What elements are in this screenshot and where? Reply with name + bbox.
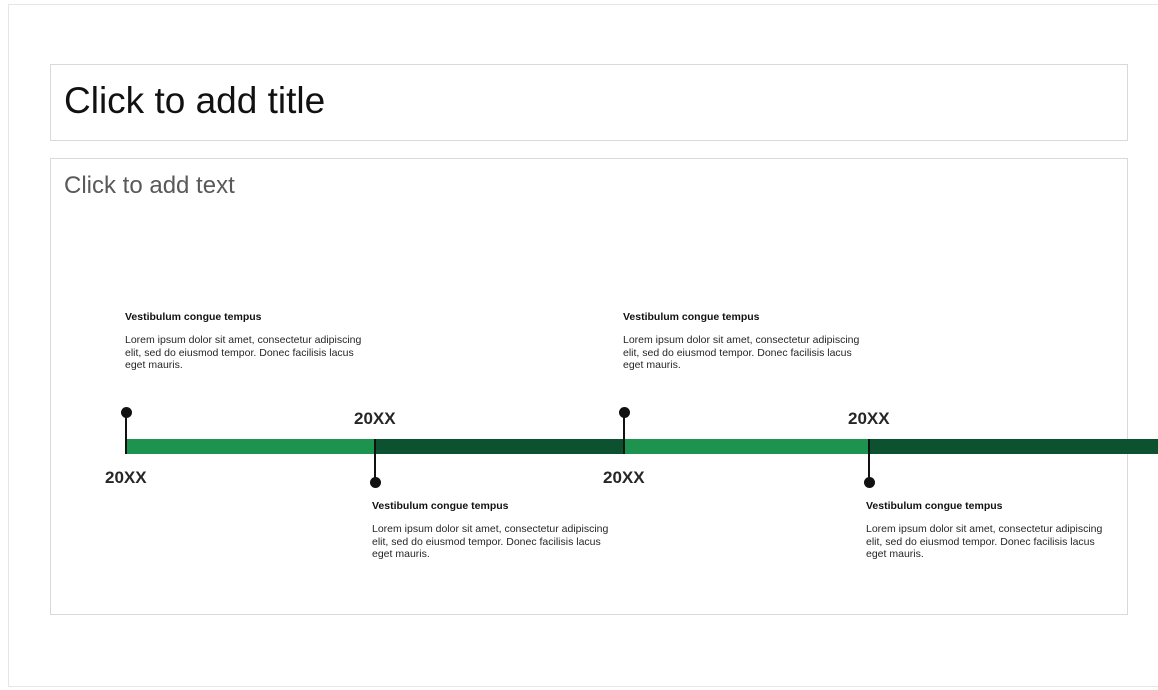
milestone-stem xyxy=(125,412,127,454)
milestone-year: 20XX xyxy=(354,409,396,428)
timeline-segment-4 xyxy=(869,439,1158,454)
milestone-card-1[interactable]: Vestibulum congue tempus Lorem ipsum dol… xyxy=(125,311,375,372)
milestone-dot xyxy=(121,407,132,418)
milestone-year: 20XX xyxy=(603,468,645,487)
milestone-description: Lorem ipsum dolor sit amet, consectetur … xyxy=(866,523,1103,560)
milestone-dot xyxy=(370,477,381,488)
milestone-year: 20XX xyxy=(105,468,147,487)
timeline-segment-3 xyxy=(624,439,869,454)
milestone-description: Lorem ipsum dolor sit amet, consectetur … xyxy=(372,523,609,560)
milestone-description: Lorem ipsum dolor sit amet, consectetur … xyxy=(623,334,860,371)
milestone-card-3[interactable]: Vestibulum congue tempus Lorem ipsum dol… xyxy=(623,311,873,372)
milestone-heading: Vestibulum congue tempus xyxy=(623,311,760,323)
milestone-stem xyxy=(623,412,625,454)
title-placeholder[interactable]: Click to add title xyxy=(50,64,1128,141)
milestone-heading: Vestibulum congue tempus xyxy=(372,500,509,512)
timeline-segment-1 xyxy=(126,439,375,454)
milestone-heading: Vestibulum congue tempus xyxy=(866,500,1003,512)
timeline-segment-2 xyxy=(375,439,624,454)
milestone-dot xyxy=(864,477,875,488)
milestone-heading: Vestibulum congue tempus xyxy=(125,311,262,323)
body-placeholder-text: Click to add text xyxy=(64,172,235,199)
milestone-card-2[interactable]: Vestibulum congue tempus Lorem ipsum dol… xyxy=(372,500,622,561)
title-placeholder-text: Click to add title xyxy=(64,80,326,121)
milestone-dot xyxy=(619,407,630,418)
milestone-description: Lorem ipsum dolor sit amet, consectetur … xyxy=(125,334,362,371)
milestone-year: 20XX xyxy=(848,409,890,428)
milestone-card-4[interactable]: Vestibulum congue tempus Lorem ipsum dol… xyxy=(866,500,1116,561)
